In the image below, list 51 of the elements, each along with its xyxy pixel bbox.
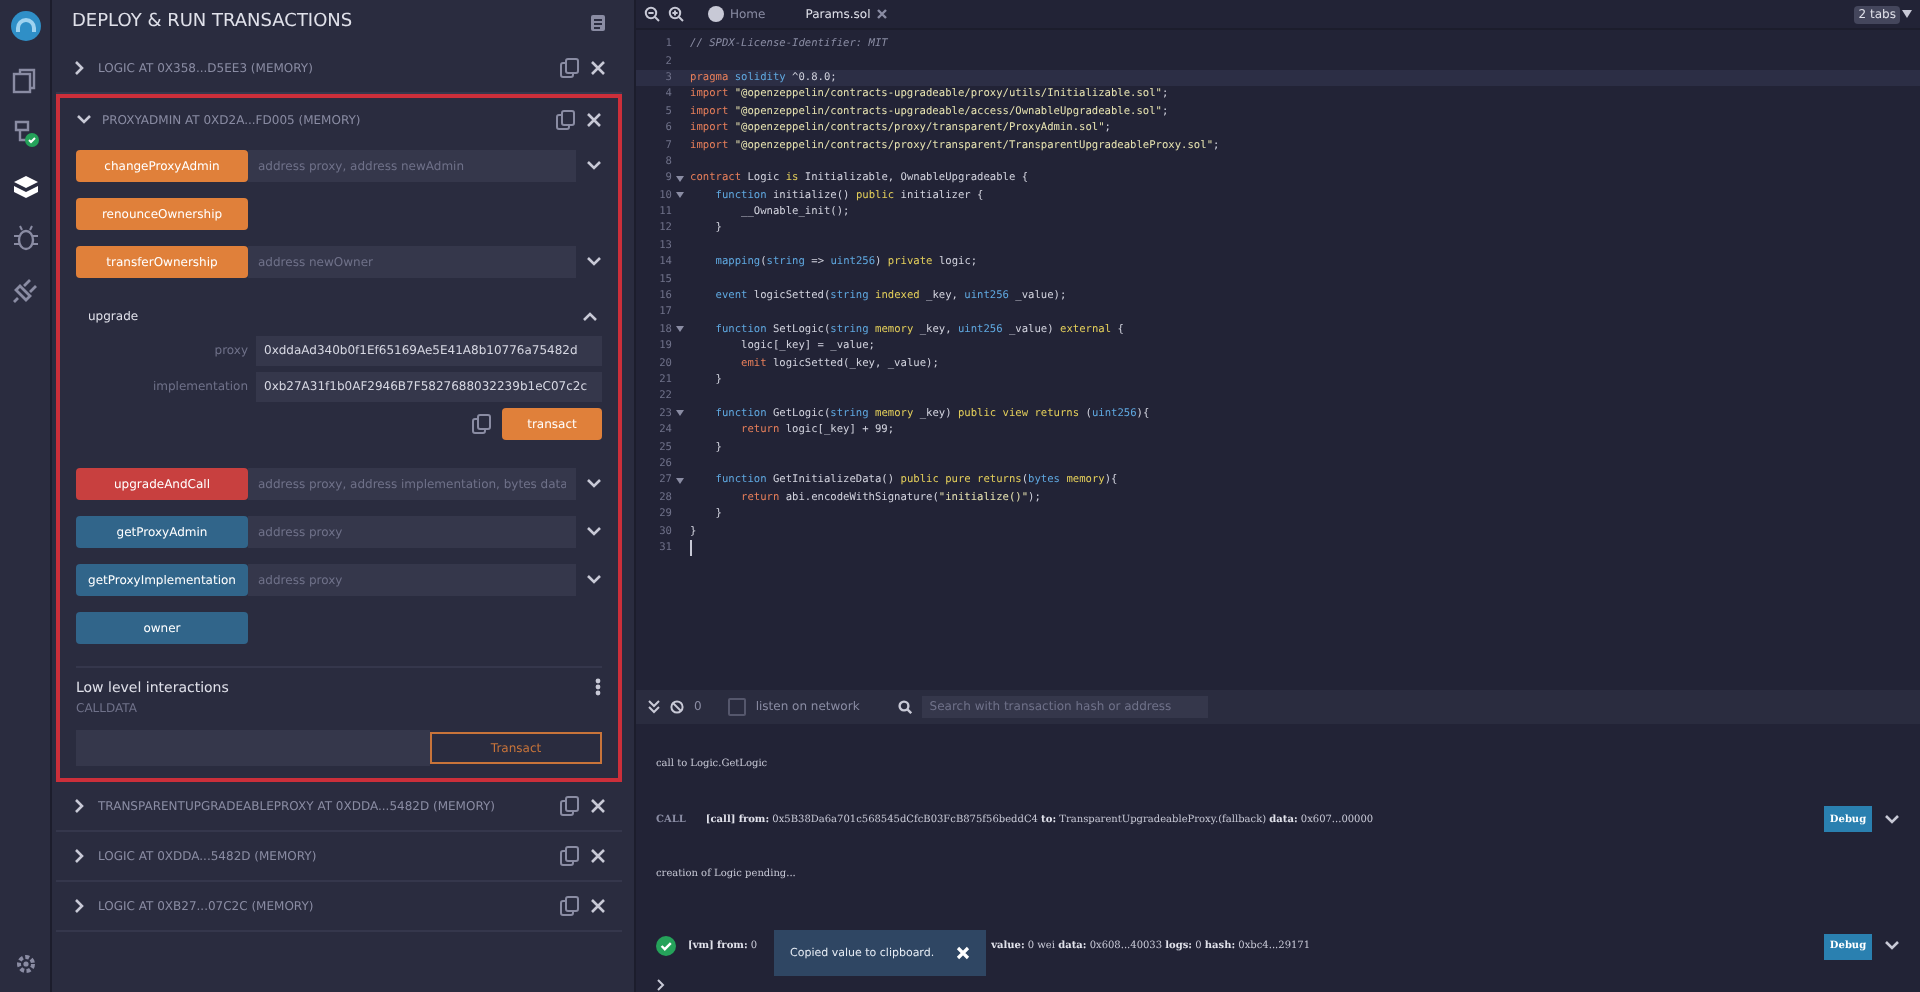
prompt-icon[interactable] (656, 978, 666, 992)
copy-icon[interactable] (560, 58, 580, 78)
chevron-down-icon[interactable] (1884, 938, 1900, 955)
close-icon[interactable] (876, 8, 889, 20)
caret-up-icon[interactable] (582, 308, 598, 324)
chevron-down-icon[interactable] (586, 572, 602, 588)
close-icon[interactable] (586, 112, 602, 128)
chevron-down-icon[interactable] (586, 158, 602, 174)
document-icon[interactable] (590, 13, 606, 31)
deploy-icon[interactable] (9, 170, 41, 202)
close-icon[interactable] (590, 898, 606, 914)
collapse-icon[interactable] (648, 700, 660, 714)
clear-icon[interactable] (670, 700, 684, 714)
chevron-right-icon[interactable] (72, 898, 88, 914)
chevron-down-icon[interactable] (586, 254, 602, 270)
fold-icon[interactable] (675, 477, 683, 484)
panel-title: DEPLOY & RUN TRANSACTIONS (72, 12, 353, 32)
compiler-icon[interactable] (9, 118, 41, 150)
zoom-in-icon[interactable] (668, 6, 684, 22)
fold-icon[interactable] (675, 192, 683, 199)
fold-icon[interactable] (675, 410, 683, 417)
search-icon[interactable] (897, 700, 912, 714)
fold-icon[interactable] (675, 326, 683, 333)
copy-icon[interactable] (560, 896, 580, 916)
logo-icon[interactable] (9, 10, 41, 42)
chevron-down-icon[interactable] (1884, 811, 1900, 828)
bug-icon[interactable] (9, 222, 41, 254)
chevron-down-icon[interactable] (586, 476, 602, 492)
chevron-down-icon[interactable] (586, 524, 602, 540)
chevron-right-icon[interactable] (72, 798, 88, 814)
copy-icon[interactable] (472, 414, 492, 434)
close-icon[interactable] (590, 848, 606, 864)
logo-icon (708, 6, 724, 22)
settings-icon[interactable] (13, 952, 37, 976)
checkbox[interactable] (727, 698, 746, 716)
info-icon[interactable] (594, 678, 602, 696)
copy-icon[interactable] (560, 796, 580, 816)
close-icon[interactable] (590, 60, 606, 76)
calldata-field[interactable] (76, 730, 430, 766)
chevron-right-icon[interactable] (72, 848, 88, 864)
chevron-right-icon[interactable] (72, 60, 88, 76)
fold-icon[interactable] (675, 175, 683, 182)
copy-icon[interactable] (556, 110, 576, 130)
chevron-down-icon[interactable] (76, 112, 92, 128)
caret-down-icon[interactable] (1902, 10, 1912, 18)
plug-icon[interactable] (9, 274, 41, 306)
zoom-out-icon[interactable] (644, 6, 660, 22)
copy-icon[interactable] (560, 846, 580, 866)
check-icon (656, 936, 676, 957)
files-icon[interactable] (9, 66, 41, 98)
close-icon[interactable] (590, 798, 606, 814)
